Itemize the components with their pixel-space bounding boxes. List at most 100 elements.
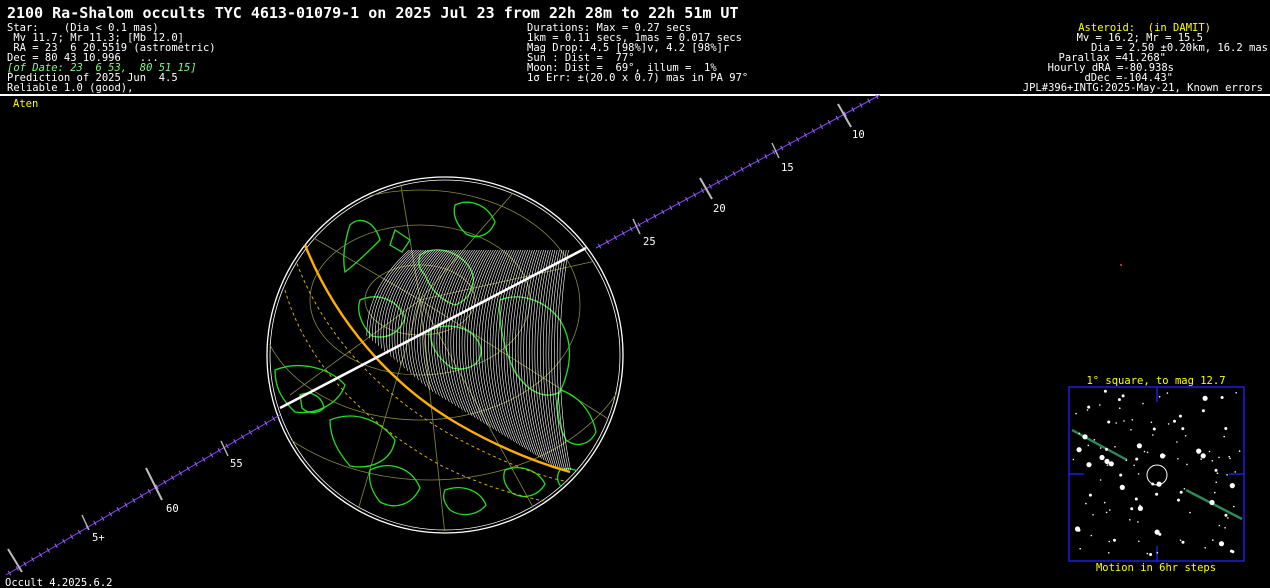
hatch-arc (486, 250, 598, 470)
field-star (1119, 473, 1123, 477)
field-star (1125, 459, 1128, 462)
field-star (1155, 492, 1159, 496)
field-star (1235, 392, 1237, 394)
field-star (1234, 471, 1236, 473)
tick-label: 20 (713, 203, 726, 215)
field-star (1218, 541, 1225, 547)
field-star (1229, 549, 1233, 553)
field-star (1082, 434, 1088, 440)
hatch-arc (554, 250, 598, 470)
major-tick (632, 218, 641, 235)
sigma-limit-line (284, 289, 566, 506)
field-star (1156, 481, 1162, 487)
hatch-arc (489, 250, 598, 470)
hatch-arc (559, 250, 598, 470)
field-star (1167, 423, 1170, 425)
hatch-arc (548, 250, 598, 470)
field-star (1143, 450, 1146, 453)
field-star (1178, 414, 1182, 418)
field-star (1166, 392, 1169, 394)
field-star (1099, 479, 1102, 481)
field-star (1228, 455, 1230, 458)
hatch-arc (503, 250, 598, 470)
field-star (1214, 491, 1216, 494)
hatch-arc (556, 250, 598, 470)
hatch-arc (478, 250, 598, 470)
field-star (1202, 395, 1208, 401)
hatch-arc (540, 250, 598, 470)
tick-label: 60 (166, 503, 179, 515)
field-star (1200, 453, 1206, 459)
field-star (1129, 519, 1131, 521)
track-line (5, 414, 281, 576)
field-star (1119, 407, 1121, 410)
field-star (1158, 532, 1162, 536)
field-star (1186, 463, 1188, 466)
field-star (1218, 524, 1221, 527)
occultation-map: 2100 Ra-Shalom occults TYC 4613-01079-1 … (0, 4, 1270, 588)
field-star (1131, 419, 1134, 421)
software-version: Occult 4.2025.6.2 (5, 577, 112, 588)
hatch-arc (498, 250, 598, 470)
field-star (1113, 538, 1116, 542)
field-star (1130, 429, 1132, 431)
field-star (1181, 427, 1185, 431)
field-star (1123, 420, 1125, 422)
field-star (1103, 389, 1107, 393)
field-star (1183, 488, 1186, 490)
field-star (1208, 450, 1211, 453)
tick-label: 10 (852, 129, 865, 141)
field-star (1093, 439, 1096, 441)
field-star (1146, 451, 1149, 454)
hatch-arc (495, 250, 598, 470)
field-star (1086, 462, 1092, 468)
field-star (1075, 412, 1077, 415)
field-star (1090, 534, 1093, 537)
field-star (1142, 402, 1144, 405)
field-star (1076, 447, 1082, 453)
hatch-arc (450, 250, 598, 470)
finder-frame (1068, 386, 1245, 562)
tick-label: 55 (230, 458, 243, 470)
field-star (1224, 513, 1228, 517)
field-star (1134, 497, 1138, 501)
field-star (1214, 468, 1218, 472)
field-star (1104, 458, 1110, 464)
field-star (1177, 458, 1179, 460)
hatch-arc (484, 250, 598, 470)
field-star (1146, 552, 1149, 555)
field-star (1184, 435, 1187, 437)
field-star (1226, 474, 1228, 476)
field-star (1227, 517, 1229, 519)
hatch-arc (551, 250, 598, 470)
hatch-arc (377, 250, 598, 470)
field-star (1233, 505, 1235, 508)
hatch-arc (408, 250, 598, 470)
field-star (1211, 460, 1214, 462)
occultation-shadow-hatching (366, 250, 598, 470)
field-star (1137, 521, 1139, 523)
field-star (1137, 473, 1140, 475)
field-star (1136, 443, 1142, 449)
field-star (1085, 502, 1087, 505)
hatch-arc (453, 250, 598, 470)
tick-label: 5+ (92, 532, 105, 544)
hatch-arc (506, 250, 598, 470)
field-star (1077, 528, 1081, 532)
finder-chart: 1° square, to mag 12.7 Motion in 6hr ste… (1068, 375, 1245, 574)
field-star (1121, 394, 1125, 398)
major-tick (81, 514, 90, 531)
time-track: 10 15 20 25 55 60 5+ (5, 94, 881, 576)
hatch-arc (428, 250, 598, 470)
field-star (1179, 539, 1182, 542)
field-star (1215, 481, 1217, 484)
field-star (1115, 422, 1117, 424)
field-star (1158, 396, 1161, 398)
field-star (1152, 427, 1156, 431)
field-star (1114, 446, 1116, 448)
field-star (1238, 450, 1241, 452)
earth-globe (266, 176, 624, 534)
field-star (1152, 434, 1154, 436)
finder-title: 1° square, to mag 12.7 (1086, 375, 1225, 387)
hatch-arc (509, 250, 598, 470)
